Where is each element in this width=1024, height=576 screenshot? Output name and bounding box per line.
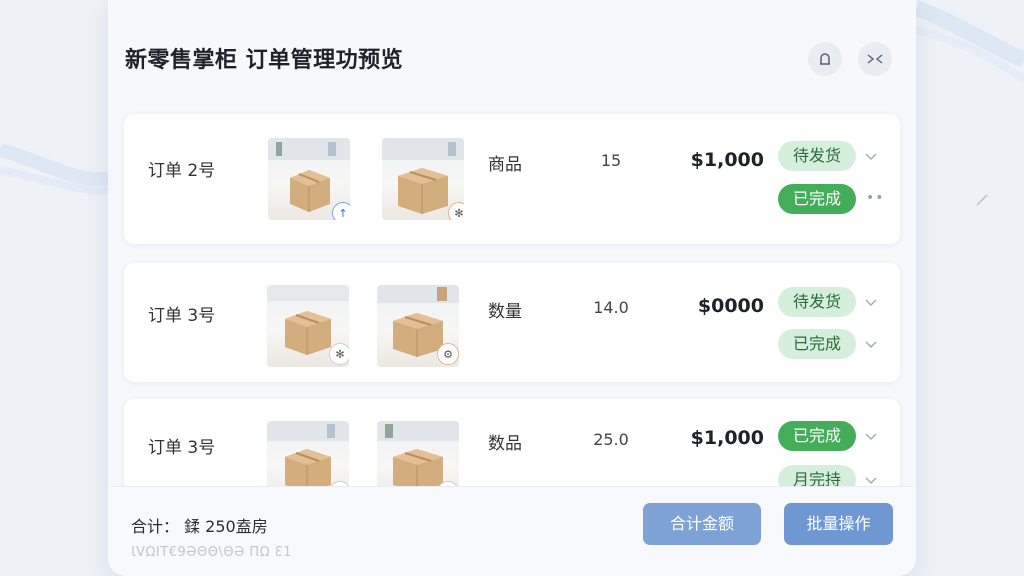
quantity: 25.0 (593, 430, 629, 449)
tool-icon: ⚙ (437, 343, 459, 365)
product-image[interactable]: ⚙ (377, 285, 459, 367)
order-panel: 新零售掌柜 订单管理功预览 订单 2号 ↑ ✻ 商品 15 $1,000 待发货… (108, 0, 916, 576)
person-icon (820, 53, 830, 65)
order-number: 订单 3号 (148, 306, 216, 326)
product-image[interactable]: ✻ (267, 285, 349, 367)
product-image[interactable]: ↑ (268, 138, 350, 220)
batch-operation-button[interactable]: 批量操作 (784, 503, 893, 545)
price: $1,000 (690, 149, 764, 171)
order-number: 订单 3号 (148, 438, 216, 458)
status-badge[interactable]: 已完成 (778, 184, 856, 214)
collapse-arrows-icon (867, 54, 883, 64)
status-badge[interactable]: 待发货 (778, 141, 856, 171)
product-image[interactable]: ✻ (382, 138, 464, 220)
chevron-down-icon[interactable] (864, 337, 878, 351)
chevron-down-icon[interactable] (864, 149, 878, 163)
more-dots-icon[interactable]: •• (866, 190, 885, 206)
total-label: 合计： 鍒 250盍房 (131, 517, 268, 536)
quantity: 14.0 (593, 298, 629, 317)
price: $1,000 (690, 427, 764, 449)
footer-bar: 合计： 鍒 250盍房 ƖVΩIT€9ƏΘΘ\ΘƏ ΠΩ Ɛ1 合计金额 批量操… (108, 486, 916, 576)
price: $0000 (697, 295, 764, 317)
bug-icon: ✻ (329, 343, 349, 365)
user-button[interactable] (808, 42, 842, 76)
item-name: 商品 (488, 155, 522, 175)
order-card[interactable]: 订单 2号 ↑ ✻ 商品 15 $1,000 待发货 已完成 •• (124, 114, 900, 244)
arrow-up-icon: ↑ (332, 202, 350, 220)
chevron-down-icon[interactable] (864, 295, 878, 309)
chevron-down-icon[interactable] (864, 429, 878, 443)
collapse-button[interactable] (858, 42, 892, 76)
order-card[interactable]: 订单 3号 ✻ ⚙ 数量 14.0 $0000 待发货 已完成 (124, 263, 900, 382)
item-name: 数品 (488, 434, 522, 454)
page-title: 新零售掌柜 订单管理功预览 (125, 48, 404, 73)
order-number: 订单 2号 (148, 161, 216, 181)
bug-icon: ✻ (448, 202, 464, 220)
status-badge[interactable]: 已完成 (778, 329, 856, 359)
quantity: 15 (600, 151, 622, 170)
status-badge[interactable]: 待发货 (778, 287, 856, 317)
footer-subtext: ƖVΩIT€9ƏΘΘ\ΘƏ ΠΩ Ɛ1 (131, 545, 293, 560)
sum-amount-button[interactable]: 合计金额 (643, 503, 761, 545)
pencil-icon (976, 194, 988, 206)
status-badge[interactable]: 已完成 (778, 421, 856, 451)
item-name: 数量 (488, 302, 522, 322)
chevron-down-icon[interactable] (864, 473, 878, 487)
